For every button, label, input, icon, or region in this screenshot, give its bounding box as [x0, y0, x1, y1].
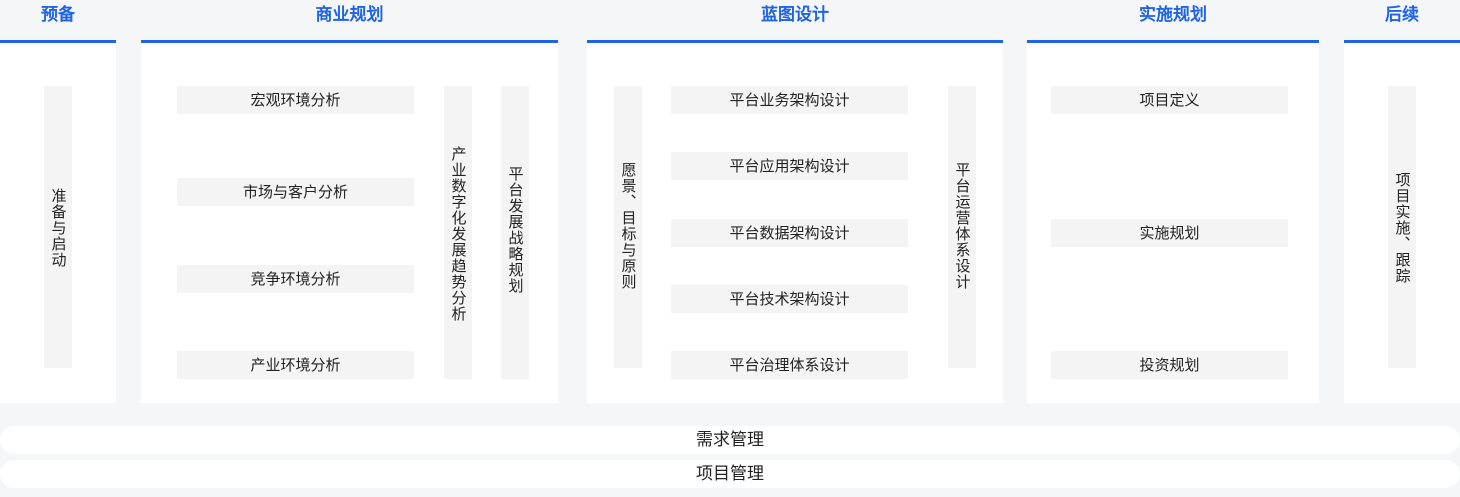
business-item: 产业环境分析 [177, 351, 414, 379]
blueprint-vertical-box: 愿景、目标与原则 [614, 86, 642, 368]
blueprint-item: 平台治理体系设计 [671, 351, 908, 379]
prep-panel: 准备与启动 [0, 43, 116, 403]
phase-title-followup: 后续 [1385, 5, 1419, 25]
blueprint-panel: 愿景、目标与原则 平台业务架构设计 平台应用架构设计 平台数据架构设计 平台技术… [587, 43, 1003, 403]
blueprint-vertical-label: 愿景、目标与原则 [619, 162, 638, 290]
followup-panel: 项目实施、跟踪 [1344, 43, 1460, 403]
phase-title-implementation: 实施规划 [1139, 5, 1207, 25]
implementation-item: 项目定义 [1051, 86, 1288, 114]
phase-title-business: 商业规划 [315, 5, 384, 25]
requirement-management-bar: 需求管理 [0, 426, 1460, 454]
phase-title-prep: 预备 [41, 5, 75, 25]
blueprint-item: 平台业务架构设计 [671, 86, 908, 114]
prep-vertical-label: 准备与启动 [49, 188, 68, 268]
business-item: 宏观环境分析 [177, 86, 414, 114]
business-vertical-box: 产业数字化发展趋势分析 [444, 86, 472, 379]
business-vertical-label: 平台发展战略规划 [506, 166, 525, 294]
blueprint-vertical-box: 平台运营体系设计 [948, 86, 976, 368]
blueprint-vertical-label: 平台运营体系设计 [953, 162, 972, 290]
business-panel: 宏观环境分析 市场与客户分析 竞争环境分析 产业环境分析 产业数字化发展趋势分析… [141, 43, 558, 403]
project-management-bar: 项目管理 [0, 460, 1460, 488]
business-item: 市场与客户分析 [177, 178, 414, 206]
business-item: 竞争环境分析 [177, 265, 414, 293]
implementation-item: 实施规划 [1051, 219, 1288, 247]
implementation-item: 投资规划 [1051, 351, 1288, 379]
business-vertical-box: 平台发展战略规划 [501, 86, 529, 379]
blueprint-item: 平台数据架构设计 [671, 219, 908, 247]
blueprint-item: 平台应用架构设计 [671, 152, 908, 180]
prep-vertical-box: 准备与启动 [44, 86, 72, 368]
phase-title-blueprint: 蓝图设计 [761, 5, 829, 25]
implementation-panel: 项目定义 实施规划 投资规划 [1027, 43, 1319, 403]
blueprint-item: 平台技术架构设计 [671, 285, 908, 313]
business-vertical-label: 产业数字化发展趋势分析 [449, 146, 468, 322]
followup-vertical-label: 项目实施、跟踪 [1393, 172, 1412, 284]
followup-vertical-box: 项目实施、跟踪 [1388, 86, 1416, 368]
